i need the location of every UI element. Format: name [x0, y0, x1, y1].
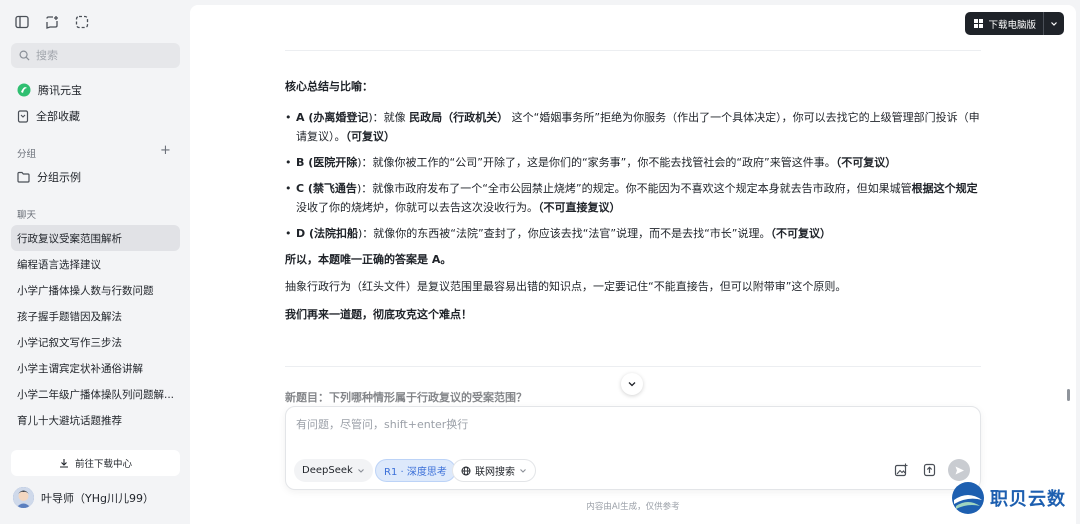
chat-item[interactable]: 小学主谓宾定状补通俗讲解	[11, 355, 180, 381]
option-text: )：就像市政府发布了一个“全市公园禁止烧烤”的规定。你不能因为不喜欢这个规定本身…	[356, 182, 912, 195]
avatar	[13, 487, 34, 508]
list-item: A (办离婚登记)：就像 民政局（行政机关） 这个“婚姻事务所”拒绝为你服务（作…	[285, 108, 981, 146]
option-tag: 办离婚登记	[313, 111, 369, 124]
chat-item[interactable]: 小学二年级广播体操队列问题解...	[11, 381, 180, 407]
watermark-text: 职贝云数	[990, 489, 1066, 510]
send-icon	[955, 466, 964, 474]
download-icon	[59, 459, 68, 468]
search-box[interactable]	[11, 43, 180, 68]
download-center-button[interactable]: 前往下载中心	[11, 450, 180, 476]
message-content: 核心总结与比喻： A (办离婚登记)：就像 民政局（行政机关） 这个“婚姻事务所…	[285, 77, 981, 336]
list-item: B (医院开除)：就像你被工作的“公司”开除了，这是你们的“家务事”，你不能去找…	[285, 153, 981, 172]
main-panel: 下载电脑版 核心总结与比喻： A (办离婚登记)：就像 民政局（行政机关） 这个…	[190, 5, 1076, 524]
composer: DeepSeek R1 · 深度思考 联网搜索	[285, 406, 981, 490]
conclusion: 所以，本题唯一正确的答案是 A。	[285, 253, 452, 266]
list-item: D (法院扣船)：就像你的东西被“法院”查封了，你应该去找“法官”说理，而不是去…	[285, 224, 981, 243]
search-input[interactable]	[36, 49, 166, 62]
search-icon	[19, 50, 30, 61]
chat-item[interactable]: 行政复议受案范围解析	[11, 225, 180, 251]
download-desktop-button[interactable]: 下载电脑版	[965, 12, 1064, 35]
file-upload-icon[interactable]	[921, 462, 937, 478]
frame-icon[interactable]	[74, 14, 90, 30]
deep-think-toggle[interactable]: R1 · 深度思考	[375, 459, 456, 482]
web-search-label: 联网搜索	[475, 467, 515, 478]
chat-item[interactable]: 孩子握手题错因及解法	[11, 303, 180, 329]
watermark-logo-icon	[952, 482, 984, 514]
summary-heading: 核心总结与比喻：	[285, 80, 373, 93]
ai-disclaimer: 内容由AI生成，仅供参考	[586, 502, 680, 512]
option-text: )：就像你被工作的“公司”开除了，这是你们的“家务事”，你不能去找管社会的“政府…	[357, 156, 836, 169]
user-name: 叶导师（YHg川儿99）	[41, 491, 154, 505]
verdict: （不可复议）	[835, 156, 897, 169]
option-tag: 法院扣船	[314, 227, 358, 240]
add-group-icon[interactable]: +	[160, 144, 171, 157]
verdict: （不可复议）	[770, 227, 831, 240]
chat-item[interactable]: 小学记叙文写作三步法	[11, 329, 180, 355]
group-item[interactable]: 分组示例	[11, 164, 180, 190]
group-section-label: 分组	[17, 149, 37, 160]
cta-text: 我们再来一道题，彻底攻克这个难点！	[285, 308, 472, 321]
scroll-down-button[interactable]	[621, 373, 643, 395]
nav-favorites-label: 全部收藏	[36, 110, 80, 123]
chat-item[interactable]: 小学广播体操人数与行数问题	[11, 277, 180, 303]
model-label: DeepSeek	[302, 465, 353, 476]
sidebar: 腾讯元宝 全部收藏 分组 + 分组示例 聊天 行政复议受案范围解析 编程语言选择…	[0, 0, 190, 524]
chat-item[interactable]: 编程语言选择建议	[11, 251, 180, 277]
nav-favorites[interactable]: 全部收藏	[11, 103, 180, 129]
download-center-label: 前往下载中心	[74, 459, 132, 470]
divider	[285, 50, 981, 51]
bold-phrase: 根据这个规定	[911, 182, 978, 195]
verdict: （可复议）	[345, 130, 396, 143]
bookmark-icon	[17, 109, 29, 123]
chat-item[interactable]: 育儿十大避坑话题推荐	[11, 407, 180, 433]
option-text: 没收了你的烧烤炉，你就可以去告这次没收行为。	[296, 201, 538, 214]
chevron-down-icon[interactable]	[1043, 12, 1064, 35]
option-tag: 禁飞通告	[312, 182, 357, 195]
sidebar-toggle-icon[interactable]	[14, 14, 30, 30]
web-search-toggle[interactable]: 联网搜索	[452, 459, 536, 482]
bold-phrase: 民政局（行政机关）	[409, 111, 509, 124]
chevron-down-icon	[357, 468, 364, 473]
option-text: )：就像	[368, 111, 410, 124]
yuanbao-logo-icon	[17, 83, 31, 97]
scrollbar-thumb[interactable]	[1067, 389, 1070, 401]
user-profile[interactable]: 叶导师（YHg川儿99）	[13, 487, 154, 508]
watermark: 职贝云数	[950, 480, 1066, 516]
folder-icon	[17, 171, 30, 183]
send-button[interactable]	[948, 459, 970, 481]
globe-icon	[461, 466, 471, 475]
model-select[interactable]: DeepSeek	[294, 459, 373, 482]
chat-section-label: 聊天	[17, 210, 37, 221]
download-desktop-label: 下载电脑版	[988, 19, 1036, 31]
sidebar-toolbar	[14, 14, 90, 30]
nav-yuanbao[interactable]: 腾讯元宝	[11, 77, 180, 103]
new-chat-icon[interactable]	[44, 14, 60, 30]
answer-list: A (办离婚登记)：就像 民政局（行政机关） 这个“婚姻事务所”拒绝为你服务（作…	[285, 108, 981, 243]
list-item: C (禁飞通告)：就像市政府发布了一个“全市公园禁止烧烤”的规定。你不能因为不喜…	[285, 179, 981, 217]
verdict: （不可直接复议）	[538, 201, 621, 214]
deep-think-label: R1 · 深度思考	[384, 467, 447, 478]
chevron-down-icon	[628, 382, 636, 387]
divider	[285, 366, 981, 367]
option-tag: 医院开除	[313, 156, 358, 169]
next-question: 新题目：下列哪种情形属于行政复议的受案范围？	[285, 391, 527, 404]
image-upload-icon[interactable]	[893, 462, 909, 478]
option-text: )：就像你的东西被“法院”查封了，你应该去找“法官”说理，而不是去找“市长”说理…	[358, 227, 771, 240]
note-text: 抽象行政行为（红头文件）是复议范围里最容易出错的知识点，一定要记住“不能直接告，…	[285, 280, 847, 293]
chevron-down-icon	[520, 468, 526, 473]
group-item-label: 分组示例	[37, 171, 81, 184]
nav-yuanbao-label: 腾讯元宝	[38, 84, 82, 97]
windows-icon	[974, 19, 984, 28]
message-input[interactable]	[296, 416, 966, 438]
